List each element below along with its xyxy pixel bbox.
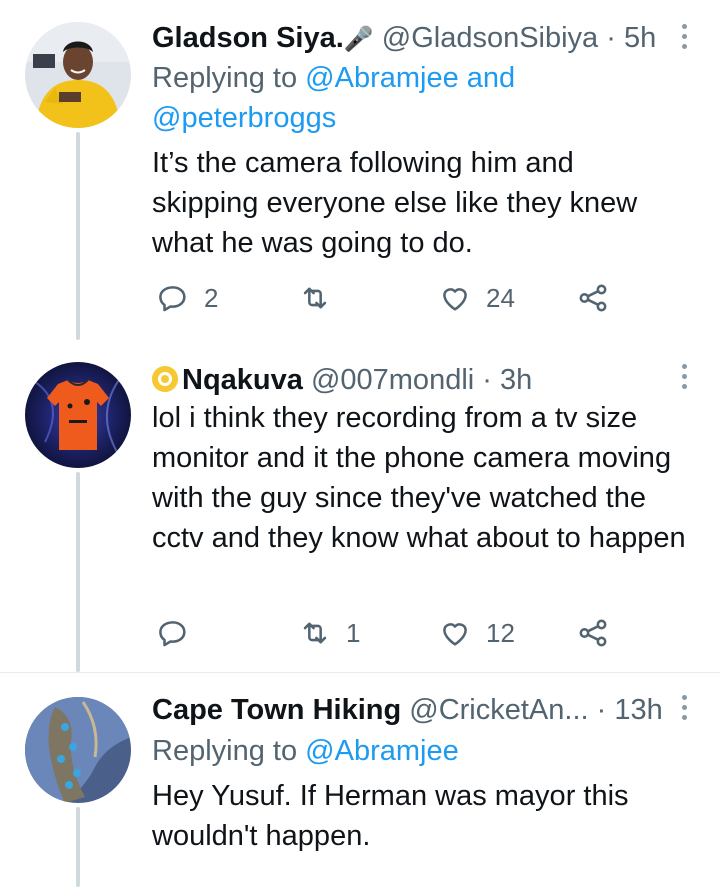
share-button[interactable] [576, 278, 610, 318]
replying-prefix: Replying to [152, 735, 298, 767]
thread-line [76, 807, 80, 887]
reply-button[interactable] [156, 613, 204, 653]
retweet-button[interactable] [298, 278, 346, 318]
more-vertical-icon[interactable] [680, 695, 690, 723]
mention-link[interactable]: @Abramjee [305, 735, 459, 767]
display-name[interactable]: Nqakuva [182, 364, 303, 396]
share-icon [579, 284, 607, 312]
more-vertical-icon[interactable] [680, 364, 690, 392]
like-count: 24 [486, 282, 515, 313]
replying-to: Replying to @Abramjee [152, 731, 459, 771]
thread-line [76, 472, 80, 672]
more-vertical-icon[interactable] [680, 24, 690, 52]
like-count: 12 [486, 617, 515, 648]
reply-count: 2 [204, 282, 219, 313]
retweet-count: 1 [346, 617, 361, 648]
avatar[interactable] [25, 697, 131, 803]
avatar[interactable] [25, 362, 131, 468]
tweet-header: Gladson Siya.🎤 @GladsonSibiya · 5h [152, 18, 660, 58]
avatar[interactable] [25, 22, 131, 128]
user-handle[interactable]: @CricketAn... [409, 694, 588, 726]
heart-icon [443, 623, 467, 646]
like-button[interactable]: 12 [438, 613, 515, 653]
tweet-nqakuva[interactable]: Nqakuva @007mondli · 3h lol i think they… [0, 340, 720, 672]
reply-icon [159, 286, 186, 312]
tweet-text: Hey Yusuf. If Herman was mayor this woul… [152, 780, 629, 852]
mention-link[interactable]: @Abramjee and [305, 62, 515, 94]
separator-dot: · [596, 694, 607, 726]
share-icon [579, 619, 607, 647]
replying-prefix: Replying to [152, 62, 298, 94]
separator-dot: · [606, 22, 616, 54]
replying-to: Replying to @Abramjee and [152, 58, 515, 98]
thread-line [76, 132, 80, 340]
action-bar: 2 24 [152, 278, 632, 318]
timestamp[interactable]: 3h [500, 364, 532, 396]
separator-dot: · [482, 364, 492, 396]
timestamp[interactable]: 5h [624, 22, 656, 54]
user-handle[interactable]: @007mondli [311, 364, 474, 396]
timestamp[interactable]: 13h [614, 694, 662, 726]
tweet-cape-town-hiking[interactable]: Cape Town Hiking @CricketAn... · 13h Rep… [0, 673, 720, 887]
heart-icon [443, 288, 467, 311]
tweet-gladson[interactable]: Gladson Siya.🎤 @GladsonSibiya · 5h Reply… [0, 0, 720, 340]
microphone-icon: 🎤 [343, 26, 374, 53]
tweet-header: Nqakuva @007mondli · 3h [152, 360, 660, 400]
display-name[interactable]: Cape Town Hiking [152, 694, 401, 726]
retweet-icon [303, 287, 327, 309]
retweet-icon [303, 622, 327, 644]
reply-icon [159, 621, 186, 647]
replying-to-line2: @peterbroggs [152, 98, 336, 138]
retweet-button[interactable]: 1 [298, 613, 360, 653]
badge-icon [152, 366, 178, 392]
user-handle[interactable]: @GladsonSibiya [382, 22, 598, 54]
reply-button[interactable]: 2 [156, 278, 218, 318]
display-name[interactable]: Gladson Siya. [152, 22, 344, 54]
action-bar: 1 12 [152, 613, 632, 653]
share-button[interactable] [576, 613, 610, 653]
tweet-text: lol i think they recording from a tv siz… [152, 402, 686, 554]
mention-link[interactable]: @peterbroggs [152, 102, 336, 134]
tweet-header: Cape Town Hiking @CricketAn... · 13h [152, 690, 663, 730]
like-button[interactable]: 24 [438, 278, 515, 318]
tweet-text: It’s the camera following him and skippi… [152, 147, 638, 259]
